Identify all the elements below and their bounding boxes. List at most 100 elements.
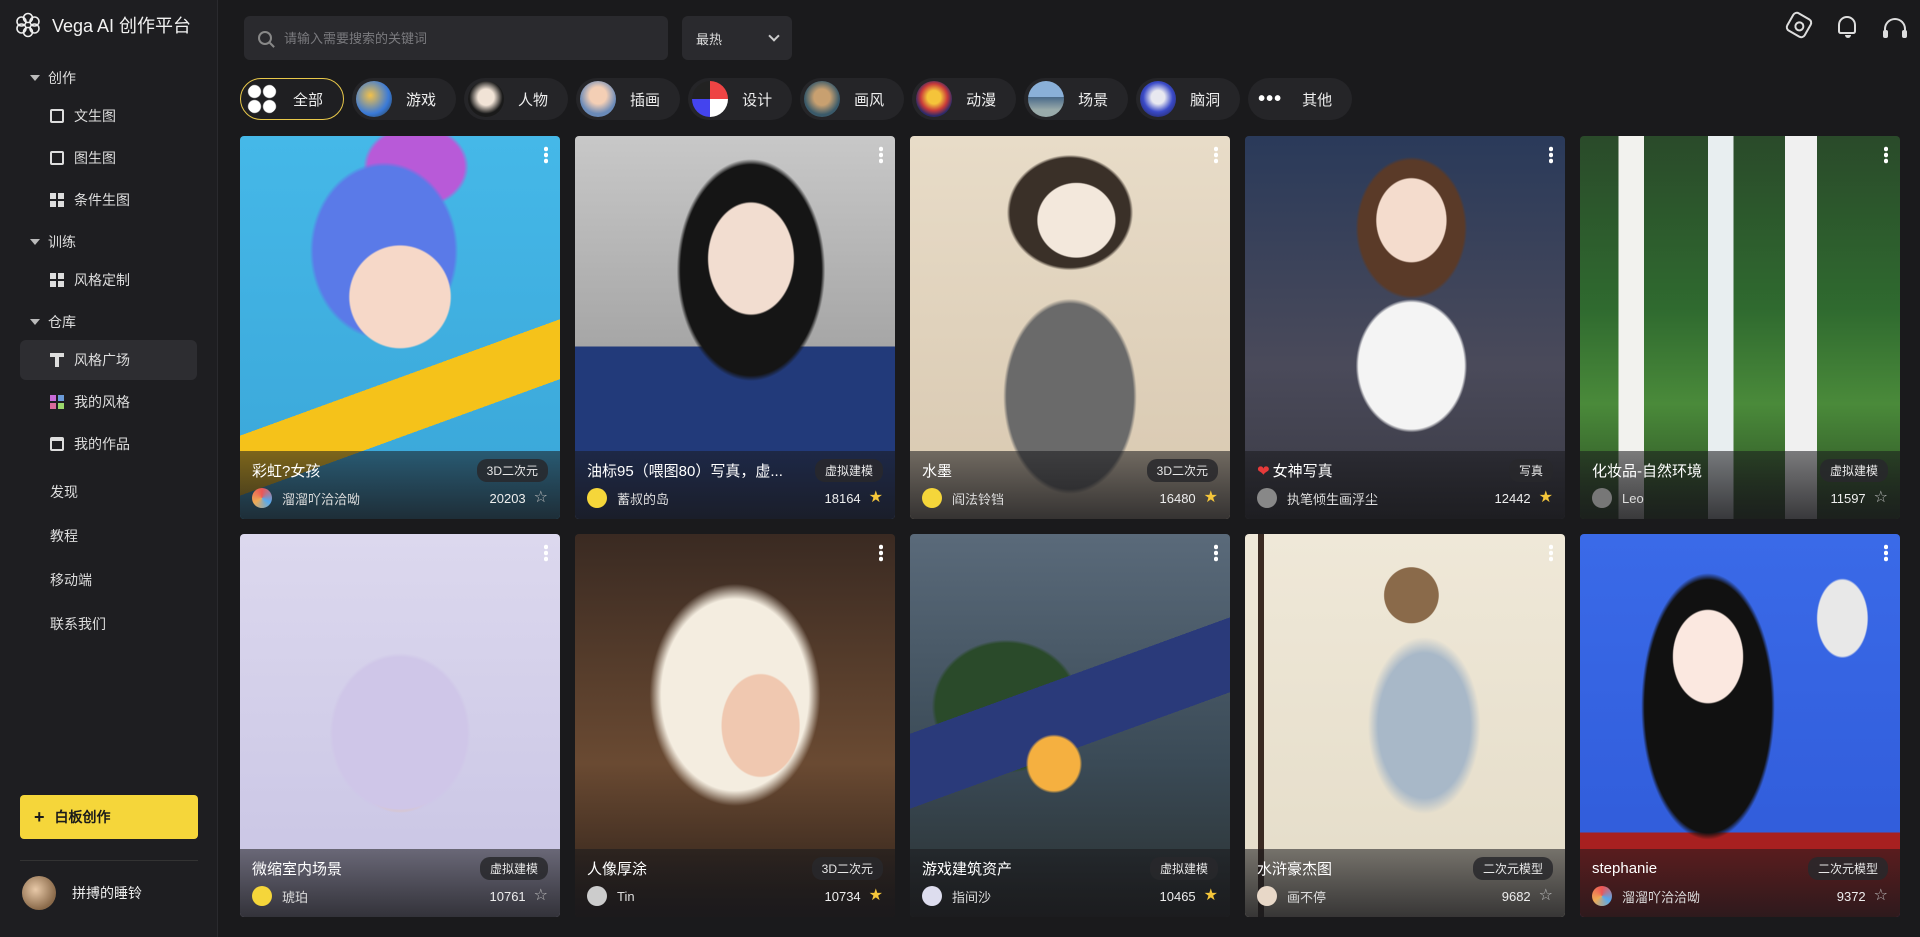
group-label: 创作: [48, 70, 76, 86]
user-profile[interactable]: 拼搏的睡铃: [22, 876, 142, 910]
card-author[interactable]: 执笔倾生画浮尘: [1257, 488, 1378, 508]
card-tag: 3D二次元: [1146, 458, 1218, 482]
search-box[interactable]: [244, 16, 668, 60]
card-author[interactable]: Leo: [1592, 488, 1644, 508]
card-author[interactable]: 蓄叔的岛: [587, 488, 669, 508]
layout-icon: [50, 273, 64, 287]
category-label: 动漫: [966, 91, 997, 109]
sidebar-item-text-to-image[interactable]: 文生图: [20, 96, 197, 136]
card-title: 水墨: [922, 462, 953, 480]
card-stats: 10734 ★: [825, 888, 884, 904]
more-vertical-icon[interactable]: [1549, 146, 1553, 164]
group-head-train[interactable]: 训练: [0, 226, 217, 258]
category-label: 脑洞: [1190, 91, 1221, 109]
more-vertical-icon[interactable]: [879, 544, 883, 562]
star-outline-icon[interactable]: ☆: [1874, 888, 1888, 904]
card-author[interactable]: 溜溜吖洽洽呦: [252, 488, 360, 508]
star-filled-icon[interactable]: ★: [1204, 490, 1218, 506]
card-author[interactable]: 琥珀: [252, 886, 308, 906]
search-icon: [258, 31, 272, 45]
card-tag: 二次元模型: [1807, 856, 1888, 880]
more-vertical-icon[interactable]: [544, 544, 548, 562]
star-filled-icon[interactable]: ★: [1539, 490, 1553, 506]
card-stats: 9372 ☆: [1837, 888, 1888, 904]
search-input[interactable]: [284, 30, 644, 46]
card-author[interactable]: 指间沙: [922, 886, 991, 906]
group-head-create[interactable]: 创作: [0, 62, 217, 94]
card-author[interactable]: 阎法铃铛: [922, 488, 1004, 508]
chevron-down-icon: [768, 30, 780, 42]
card-author[interactable]: 画不停: [1257, 886, 1326, 906]
more-vertical-icon[interactable]: [1214, 544, 1218, 562]
sidebar-item-image-to-image[interactable]: 图生图: [20, 138, 197, 178]
use-count: 9682: [1501, 888, 1531, 904]
card-info: stephanie 二次元模型 溜溜吖洽洽呦 9372 ☆: [1580, 849, 1900, 917]
more-vertical-icon[interactable]: [1884, 544, 1888, 562]
style-card[interactable]: 游戏建筑资产 虚拟建模 指间沙 10465 ★: [910, 534, 1230, 917]
category-game[interactable]: 游戏: [352, 78, 457, 120]
star-filled-icon[interactable]: ★: [869, 490, 883, 506]
style-card[interactable]: 微缩室内场景 虚拟建模 琥珀 10761 ☆: [240, 534, 560, 917]
style-card[interactable]: stephanie 二次元模型 溜溜吖洽洽呦 9372 ☆: [1580, 534, 1900, 917]
sidebar-link-tutorial[interactable]: 教程: [0, 514, 217, 558]
category-person[interactable]: 人物: [464, 78, 569, 120]
sidebar-item-style-custom[interactable]: 风格定制: [20, 260, 197, 300]
style-card[interactable]: ❤ 女神写真 写真 执笔倾生画浮尘 12442 ★: [1245, 136, 1565, 519]
imagination-thumb: [1140, 81, 1177, 117]
style-card[interactable]: 化妆品-自然环境 虚拟建模 Leo 11597 ☆: [1580, 136, 1900, 519]
style-card[interactable]: 人像厚涂 3D二次元 Tin 10734 ★: [575, 534, 895, 917]
bell-icon[interactable]: [1838, 16, 1856, 38]
headset-icon[interactable]: [1883, 18, 1907, 38]
category-design[interactable]: 设计: [688, 78, 793, 120]
brand[interactable]: Vega AI 创作平台: [0, 0, 217, 50]
card-title: 化妆品-自然环境: [1592, 462, 1702, 480]
caret-down-icon: [30, 75, 40, 81]
star-outline-icon[interactable]: ☆: [1539, 888, 1553, 904]
star-filled-icon[interactable]: ★: [869, 888, 883, 904]
category-anime[interactable]: 动漫: [912, 78, 1017, 120]
card-author[interactable]: Tin: [587, 886, 635, 906]
category-other[interactable]: ••• 其他: [1248, 78, 1353, 120]
style-grid: 彩虹?女孩 3D二次元 溜溜吖洽洽呦 20203 ☆ 油标95（喂图80）写真，虚.…: [240, 136, 1900, 917]
anime-thumb: [916, 81, 953, 117]
star-outline-icon[interactable]: ☆: [534, 888, 548, 904]
sidebar-link-discover[interactable]: 发现: [0, 470, 217, 514]
more-vertical-icon[interactable]: [879, 146, 883, 164]
design-thumb: [692, 81, 729, 117]
category-imagination[interactable]: 脑洞: [1136, 78, 1241, 120]
category-bar: 全部 游戏 人物 插画 设计 画风 动漫 场景 脑洞 ••• 其他: [218, 76, 1920, 122]
settings-hex-icon[interactable]: [1783, 9, 1815, 41]
sidebar-item-my-works[interactable]: 我的作品: [20, 424, 197, 464]
sidebar-link-contact[interactable]: 联系我们: [0, 602, 217, 646]
sidebar-item-style-plaza[interactable]: 风格广场: [20, 340, 197, 380]
group-head-repo[interactable]: 仓库: [0, 306, 217, 338]
category-illustration[interactable]: 插画: [576, 78, 681, 120]
style-card[interactable]: 水墨 3D二次元 阎法铃铛 16480 ★: [910, 136, 1230, 519]
more-vertical-icon[interactable]: [544, 146, 548, 164]
use-count: 10761: [489, 888, 526, 904]
style-card[interactable]: 水浒豪杰图 二次元模型 画不停 9682 ☆: [1245, 534, 1565, 917]
star-filled-icon[interactable]: ★: [1204, 888, 1218, 904]
style-card[interactable]: 油标95（喂图80）写真，虚... 虚拟建模 蓄叔的岛 18164 ★: [575, 136, 895, 519]
sidebar-item-conditional[interactable]: 条件生图: [20, 180, 197, 220]
sidebar-item-label: 文生图: [74, 108, 116, 124]
avatar: [22, 876, 56, 910]
category-scene[interactable]: 场景: [1024, 78, 1129, 120]
sort-select[interactable]: 最热: [682, 16, 792, 60]
card-author[interactable]: 溜溜吖洽洽呦: [1592, 886, 1700, 906]
more-vertical-icon[interactable]: [1549, 544, 1553, 562]
game-thumb: [356, 81, 393, 117]
sidebar-item-my-styles[interactable]: 我的风格: [20, 382, 197, 422]
style-card[interactable]: 彩虹?女孩 3D二次元 溜溜吖洽洽呦 20203 ☆: [240, 136, 560, 519]
more-vertical-icon[interactable]: [1214, 146, 1218, 164]
more-vertical-icon[interactable]: [1884, 146, 1888, 164]
star-outline-icon[interactable]: ☆: [1874, 490, 1888, 506]
whiteboard-create-button[interactable]: + 白板创作: [20, 795, 198, 839]
use-count: 11597: [1830, 490, 1866, 506]
star-outline-icon[interactable]: ☆: [534, 490, 548, 506]
category-all[interactable]: 全部: [240, 78, 345, 120]
category-art-style[interactable]: 画风: [800, 78, 905, 120]
sidebar-link-mobile[interactable]: 移动端: [0, 558, 217, 602]
card-stats: 10761 ☆: [490, 888, 549, 904]
card-info: 化妆品-自然环境 虚拟建模 Leo 11597 ☆: [1580, 451, 1900, 519]
